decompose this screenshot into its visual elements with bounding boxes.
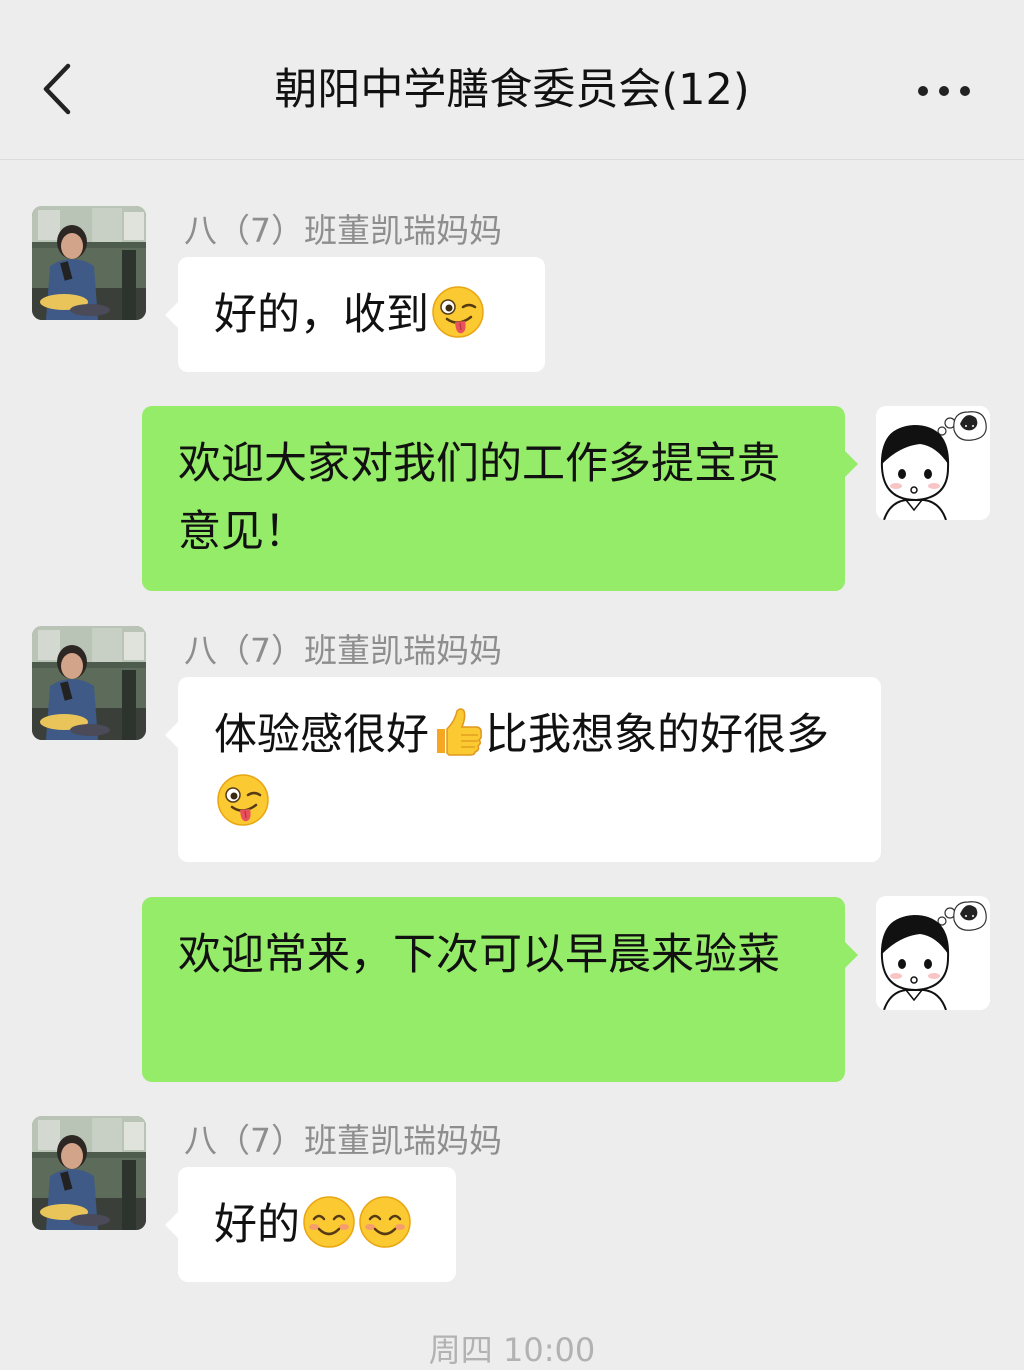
- message-text: 体验感很好: [214, 710, 429, 760]
- chat-title: 朝阳中学膳食委员会(12): [274, 65, 750, 115]
- chat-header: 朝阳中学膳食委员会(12): [0, 10, 1024, 160]
- message-text: 欢迎常来，下次可以早晨来验菜: [178, 930, 780, 980]
- message-bubble[interactable]: 好的，收到: [165, 257, 545, 372]
- sender-avatar[interactable]: [32, 626, 146, 740]
- message-bubble[interactable]: 欢迎大家对我们的工作多提宝贵意见！: [142, 406, 858, 591]
- message-bubble[interactable]: 欢迎常来，下次可以早晨来验菜: [142, 897, 858, 1082]
- my-avatar[interactable]: [876, 896, 990, 1010]
- message-text: 欢迎大家对我们的工作多提宝贵意见！: [178, 439, 780, 557]
- sender-name: 八（7）班董凯瑞妈妈: [184, 211, 502, 250]
- sender-name: 八（7）班董凯瑞妈妈: [184, 1121, 502, 1160]
- back-button[interactable]: [32, 54, 82, 124]
- thumbs-up-emoji: [431, 705, 485, 759]
- message-bubble[interactable]: 好的: [165, 1167, 456, 1282]
- message-timestamp: 周四 10:00: [428, 1331, 596, 1369]
- more-dots-icon: [918, 86, 970, 96]
- my-avatar[interactable]: [876, 406, 990, 520]
- message-text: 好的: [214, 1200, 300, 1250]
- message-bubble[interactable]: 体验感很好 比我想象的好很多: [165, 677, 881, 862]
- wink-tongue-emoji: [431, 285, 485, 339]
- status-bar: [0, 0, 1024, 10]
- chevron-left-icon: [43, 63, 71, 115]
- sender-avatar[interactable]: [32, 206, 146, 320]
- message-text: 比我想象的好很多: [485, 710, 829, 760]
- more-button[interactable]: [904, 68, 984, 114]
- sender-avatar[interactable]: [32, 1116, 146, 1230]
- sender-name: 八（7）班董凯瑞妈妈: [184, 631, 502, 670]
- smile-emoji: [302, 1195, 356, 1249]
- message-text: 好的，收到: [214, 290, 429, 340]
- wink-tongue-emoji: [216, 773, 270, 827]
- smile-emoji: [358, 1195, 412, 1249]
